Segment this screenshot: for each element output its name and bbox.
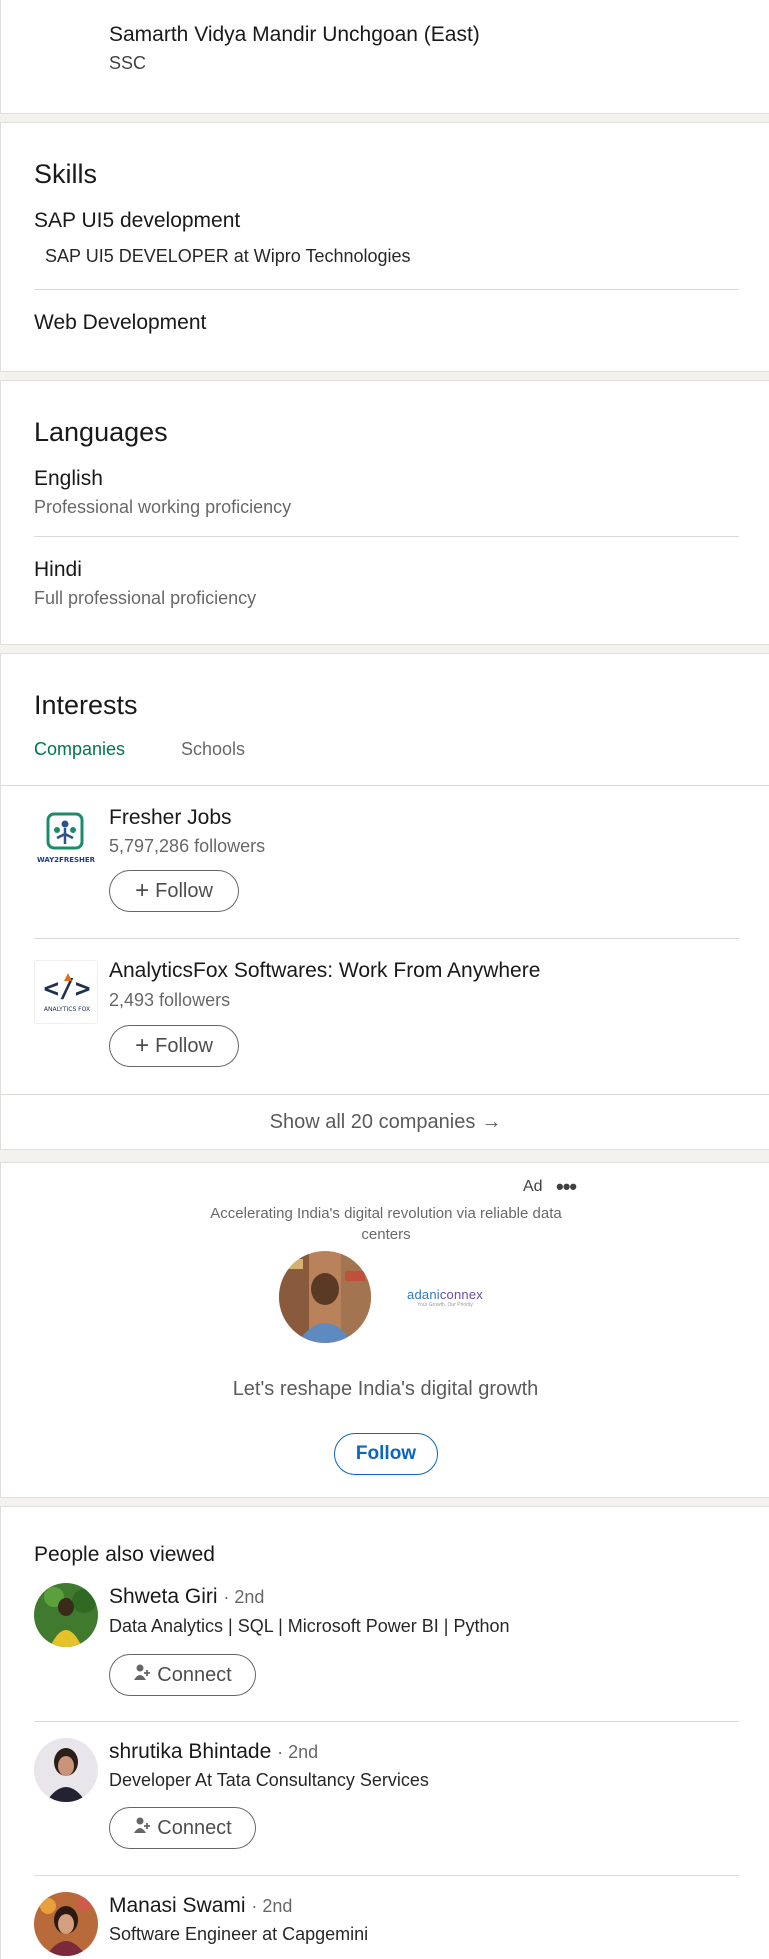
people-also-viewed-card: People also viewed Shweta Giri · 2nd Dat… <box>0 1506 769 1959</box>
adaniconnex-logo-icon: adaniconnex Your Growth, Our Priority <box>399 1251 491 1343</box>
company-name[interactable]: Fresher Jobs <box>109 806 232 830</box>
languages-title: Languages <box>34 417 168 447</box>
avatar[interactable] <box>34 1892 98 1956</box>
connection-degree: · 2nd <box>277 1742 319 1762</box>
follow-label: Follow <box>155 879 213 902</box>
follow-label: Follow <box>155 1034 213 1057</box>
person-name-line: shrutika Bhintade · 2nd <box>109 1740 318 1764</box>
people-also-viewed-title: People also viewed <box>34 1543 215 1566</box>
company-followers: 5,797,286 followers <box>109 836 266 856</box>
follow-button[interactable]: + Follow <box>109 870 239 912</box>
plus-icon: + <box>135 1032 150 1059</box>
languages-card: Languages English Professional working p… <box>0 380 769 645</box>
skill-item-detail: SAP UI5 DEVELOPER at Wipro Technologies <box>45 246 411 266</box>
interests-title: Interests <box>34 690 138 720</box>
add-person-icon <box>133 1816 151 1840</box>
person-headline: Data Analytics | SQL | Microsoft Power B… <box>109 1616 510 1636</box>
tabs-divider <box>1 785 769 786</box>
ad-label: Ad <box>523 1178 543 1195</box>
divider <box>34 536 739 537</box>
wayofresher-logo-icon[interactable]: WAY2FRESHER <box>34 808 98 872</box>
company-followers: 2,493 followers <box>109 990 231 1010</box>
person-name[interactable]: Shweta Giri <box>109 1585 218 1608</box>
brand-tagline: Your Growth, Our Priority <box>417 1301 473 1308</box>
connect-button[interactable]: Connect <box>109 1807 256 1849</box>
skills-card: Skills SAP UI5 development SAP UI5 DEVEL… <box>0 122 769 372</box>
brand-name-part2: connex <box>439 1286 483 1302</box>
divider <box>34 1721 739 1722</box>
connect-button[interactable]: Connect <box>109 1654 256 1696</box>
brand-name-part1: adani <box>407 1286 440 1302</box>
ad-member-avatar <box>279 1251 371 1343</box>
tab-schools[interactable]: Schools <box>181 739 245 760</box>
connect-label: Connect <box>157 1663 232 1686</box>
ad-follow-button[interactable]: Follow <box>334 1433 438 1475</box>
avatar[interactable] <box>34 1738 98 1802</box>
education-school-name[interactable]: Samarth Vidya Mandir Unchgoan (East) <box>109 23 480 47</box>
svg-text:ANALYTICS FOX: ANALYTICS FOX <box>44 1006 90 1013</box>
svg-text:WAY2FRESHER: WAY2FRESHER <box>37 856 96 864</box>
language-proficiency: Professional working proficiency <box>34 497 292 517</box>
interests-card: Interests Companies Schools WAY2FRESHER … <box>0 653 769 1150</box>
language-name: English <box>34 467 103 490</box>
person-headline: Software Engineer at Capgemini <box>109 1924 369 1944</box>
divider <box>34 1875 739 1876</box>
divider <box>34 289 739 290</box>
person-name-line: Shweta Giri · 2nd <box>109 1585 264 1609</box>
skill-item-name[interactable]: SAP UI5 development <box>34 209 240 233</box>
education-degree: SSC <box>109 53 147 73</box>
tab-companies[interactable]: Companies <box>34 739 125 760</box>
person-name-line: Manasi Swami · 2nd <box>109 1894 292 1918</box>
ad-headline: Let's reshape India's digital growth <box>232 1378 539 1400</box>
education-card: Samarth Vidya Mandir Unchgoan (East) SSC <box>0 0 769 114</box>
company-name[interactable]: AnalyticsFox Softwares: Work From Anywhe… <box>109 959 540 983</box>
connect-label: Connect <box>157 1816 232 1839</box>
show-all-label: Show all 20 companies <box>269 1110 476 1133</box>
person-headline: Developer At Tata Consultancy Services <box>109 1770 429 1790</box>
show-all-companies-button[interactable]: Show all 20 companies → <box>1 1095 769 1149</box>
person-name[interactable]: shrutika Bhintade <box>109 1740 271 1763</box>
arrow-right-icon: → <box>481 1110 502 1133</box>
skill-item-name[interactable]: Web Development <box>34 311 206 335</box>
person-name[interactable]: Manasi Swami <box>109 1894 246 1917</box>
ad-card: Ad ••• Accelerating India's digital revo… <box>0 1162 769 1498</box>
follow-button[interactable]: + Follow <box>109 1025 239 1067</box>
avatar[interactable] <box>34 1583 98 1647</box>
divider <box>34 938 739 939</box>
ad-tagline: Accelerating India's digital revolution … <box>210 1205 562 1243</box>
language-name: Hindi <box>34 558 82 581</box>
add-person-icon <box>133 1663 151 1687</box>
analyticsfox-logo-icon[interactable]: </> ANALYTICS FOX <box>34 960 98 1024</box>
connection-degree: · 2nd <box>223 1587 265 1607</box>
more-horizontal-icon[interactable]: ••• <box>556 1176 577 1198</box>
connection-degree: · 2nd <box>251 1896 293 1916</box>
language-proficiency: Full professional proficiency <box>34 588 257 608</box>
skills-title: Skills <box>34 159 98 189</box>
plus-icon: + <box>135 877 150 904</box>
